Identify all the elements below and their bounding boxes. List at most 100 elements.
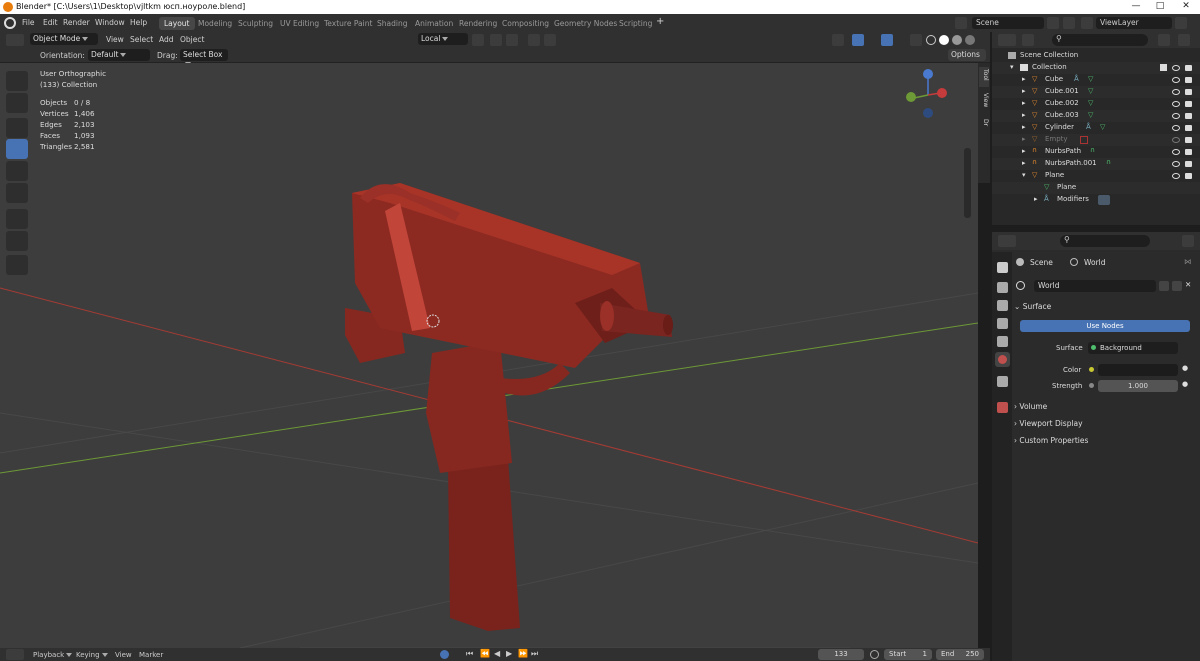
scene-remove-icon[interactable] — [1063, 17, 1075, 29]
eye-hidden-icon[interactable] — [1172, 137, 1180, 143]
options-dropdown[interactable]: Options — [948, 49, 986, 61]
checkbox-icon[interactable] — [1160, 64, 1167, 71]
camera-icon[interactable] — [1185, 149, 1192, 155]
tab-scripting[interactable]: Scripting — [614, 17, 657, 30]
viewport-display-panel-header[interactable]: › Viewport Display — [1014, 419, 1194, 433]
tab-sculpting[interactable]: Sculpting — [233, 17, 278, 30]
menu-select[interactable]: Select — [130, 35, 153, 44]
menu-keying[interactable]: Keying — [76, 651, 108, 659]
eye-icon[interactable] — [1172, 113, 1180, 119]
fake-user-icon[interactable] — [1159, 281, 1169, 291]
blender-menu-icon[interactable] — [4, 17, 16, 29]
end-frame-field[interactable]: End 250 — [936, 649, 984, 660]
add-cube-tool[interactable] — [6, 255, 28, 275]
camera-icon[interactable] — [1185, 173, 1192, 179]
outliner-item-plane[interactable]: ▾ ▽ Plane — [992, 170, 1200, 182]
solid-shading-icon[interactable] — [939, 35, 949, 45]
world-name-field[interactable]: World — [1034, 280, 1156, 292]
editor-type-icon[interactable] — [6, 649, 24, 660]
world-browse-icon[interactable] — [1016, 281, 1025, 290]
outliner-item-cylinder[interactable]: ▸ ▽ Cylinder Å ▽ — [992, 122, 1200, 134]
new-collection-icon[interactable] — [1178, 34, 1190, 46]
scene-selector[interactable]: Scene — [972, 17, 1044, 29]
outliner[interactable]: ⚲ Scene Collection ▾ Collection ▸ ▽ Cube Å ▽ … — [992, 32, 1200, 225]
menu-file[interactable]: File — [22, 18, 35, 27]
transform-orientation-dropdown[interactable]: Local — [418, 33, 468, 45]
snap-target-icon[interactable] — [506, 34, 518, 46]
measure-tool[interactable] — [6, 231, 28, 251]
mode-dropdown[interactable]: Object Mode — [30, 33, 98, 45]
surface-panel-header[interactable]: ⌄ Surface — [1014, 302, 1194, 316]
tab-shading[interactable]: Shading — [372, 17, 412, 30]
camera-icon[interactable] — [1185, 77, 1192, 83]
scene-copy-icon[interactable] — [1047, 17, 1059, 29]
menu-render[interactable]: Render — [63, 18, 90, 27]
outliner-scene-collection[interactable]: Scene Collection — [992, 50, 1200, 62]
menu-playback[interactable]: Playback — [33, 651, 73, 659]
camera-icon[interactable] — [1185, 161, 1192, 167]
menu-object[interactable]: Object — [180, 35, 204, 44]
chevron-down-icon[interactable]: ▾ — [1022, 171, 1026, 179]
chevron-right-icon[interactable]: ▸ — [1022, 75, 1026, 83]
navigation-gizmo[interactable] — [906, 69, 947, 118]
color-keyframe-icon[interactable]: ● — [1182, 364, 1188, 372]
strength-field[interactable]: 1.000 — [1098, 380, 1178, 392]
eye-icon[interactable] — [1172, 173, 1180, 179]
snap-icon[interactable] — [490, 34, 502, 46]
tab-draw[interactable]: Dr — [979, 119, 989, 133]
outliner-item-modifiers[interactable]: ▸ Å Modifiers — [992, 194, 1200, 206]
eye-icon[interactable] — [1172, 101, 1180, 107]
editor-type-icon[interactable] — [998, 235, 1016, 247]
camera-icon[interactable] — [1185, 113, 1192, 119]
chevron-right-icon[interactable]: ▸ — [1022, 87, 1026, 95]
menu-timeline-view[interactable]: View — [115, 651, 132, 659]
menu-window[interactable]: Window — [95, 18, 125, 27]
scale-tool[interactable] — [6, 161, 28, 181]
camera-icon[interactable] — [1185, 65, 1192, 71]
wireframe-shading-icon[interactable] — [926, 35, 936, 45]
drag-dropdown[interactable]: Select Box — [180, 49, 228, 66]
eye-icon[interactable] — [1172, 149, 1180, 155]
minimize-icon[interactable]: — — [1126, 1, 1146, 13]
tab-modeling[interactable]: Modeling — [193, 17, 237, 30]
transform-tool[interactable] — [6, 183, 28, 203]
tool-tab-icon[interactable] — [997, 262, 1008, 273]
outliner-item-cube-002[interactable]: ▸ ▽ Cube.002 ▽ — [992, 98, 1200, 110]
cursor-tool[interactable] — [6, 93, 28, 113]
overlays-icon[interactable] — [881, 34, 893, 46]
material-shading-icon[interactable] — [952, 35, 962, 45]
maximize-icon[interactable]: □ — [1150, 1, 1170, 13]
menu-help[interactable]: Help — [130, 18, 147, 27]
visibility-icon[interactable] — [832, 34, 844, 46]
falloff-icon[interactable] — [544, 34, 556, 46]
tab-compositing[interactable]: Compositing — [497, 17, 554, 30]
custom-properties-panel-header[interactable]: › Custom Properties — [1014, 436, 1194, 450]
pin-icon[interactable]: ⋈ — [1184, 257, 1192, 266]
tab-view[interactable]: View — [979, 93, 989, 115]
start-frame-field[interactable]: Start 1 — [884, 649, 932, 660]
add-workspace-icon[interactable]: + — [656, 16, 664, 27]
move-tool[interactable] — [6, 118, 28, 138]
texture-tab-icon[interactable] — [997, 402, 1008, 413]
volume-panel-header[interactable]: › Volume — [1014, 402, 1194, 416]
view-layer-copy-icon[interactable] — [1175, 17, 1187, 29]
outliner-item-cube-003[interactable]: ▸ ▽ Cube.003 ▽ — [992, 110, 1200, 122]
play-icon[interactable]: ▶ — [506, 649, 512, 658]
rendered-shading-icon[interactable] — [965, 35, 975, 45]
eye-icon[interactable] — [1172, 125, 1180, 131]
outliner-item-nurbspath[interactable]: ▸ ∩ NurbsPath ∩ — [992, 146, 1200, 158]
tab-geometry-nodes[interactable]: Geometry Nodes — [549, 17, 622, 30]
uzi-model[interactable] — [345, 183, 673, 631]
current-frame-field[interactable]: 133 — [818, 649, 864, 660]
view-layer-icon[interactable] — [1081, 17, 1093, 29]
editor-type-icon[interactable] — [6, 34, 24, 46]
next-keyframe-icon[interactable]: ⏩ — [518, 649, 528, 658]
eye-icon[interactable] — [1172, 89, 1180, 95]
prev-keyframe-icon[interactable]: ⏪ — [480, 649, 490, 658]
rotate-tool[interactable] — [6, 139, 28, 159]
camera-icon[interactable] — [1185, 101, 1192, 107]
editor-type-icon[interactable] — [998, 34, 1016, 46]
tab-animation[interactable]: Animation — [410, 17, 458, 30]
tab-layout[interactable]: Layout — [159, 17, 195, 30]
eye-icon[interactable] — [1172, 77, 1180, 83]
